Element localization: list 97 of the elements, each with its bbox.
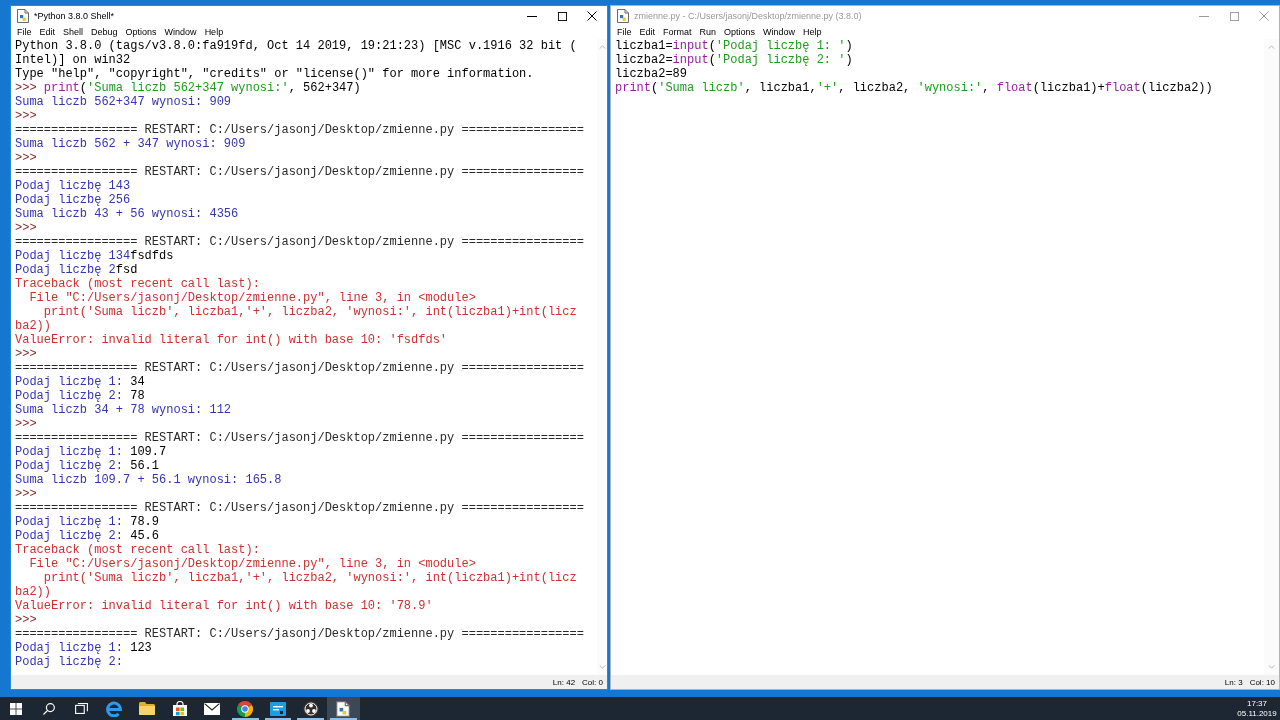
console-line: ================= RESTART: C:/Users/jasonj/Desktop/zmienne.py ================= [15,501,584,515]
console-line: ba2)) [15,585,51,599]
console-line: >>> [15,613,37,627]
tricolor-circle-icon [237,700,254,717]
console-line: ValueError: invalid literal for int() with base 10: 'fsdfds' [15,333,448,347]
console-line: Podaj liczbę 1: 78.9 [15,515,160,529]
search-icon [43,702,56,715]
document-icon [17,9,29,23]
console-line: Podaj liczbę 1: 109.7 [15,445,167,459]
console-line: Intel)] on win32 [15,53,131,67]
stacked-windows-icon [75,703,89,714]
chevron-down-icon [1268,665,1275,669]
console-line: Suma liczb 562+347 wynosi: 909 [15,95,232,109]
menu-item[interactable]: Options [721,26,759,39]
console-line: Podaj liczbę 1: 34 [15,375,145,389]
menu-item[interactable]: Debug [88,26,121,39]
menu-item[interactable]: Format [660,26,695,39]
disc-icon [302,700,319,717]
menu-item[interactable]: File [14,26,35,39]
console-line: File "C:/Users/jasonj/Desktop/zmienne.py", line 3, in <module> [28,557,476,571]
console-line: >>> [15,151,37,165]
menu-item[interactable]: Window [760,26,799,39]
console-line: ValueError: invalid literal for int() with base 10: '78.9' [15,599,433,613]
console-line: Suma liczb 34 + 78 wynosi: 112 [15,403,232,417]
envelope-icon [204,702,221,715]
folder-icon [139,702,156,715]
code-line: liczba1=input('Podaj liczbę 1: ') [615,39,853,53]
console-line: ================= RESTART: C:/Users/jasonj/Desktop/zmienne.py ================= [15,431,584,445]
console-line: Podaj liczbę 1: 123 [15,641,152,655]
maximize-icon [557,11,567,21]
menu-item[interactable]: Help [800,26,825,39]
clock-date: 05.11.2019 [1237,708,1277,719]
scrollbar[interactable] [1264,39,1279,675]
close-icon [587,11,597,21]
menu-item[interactable]: Run [696,26,720,39]
console-line: Podaj liczbę 2: 45.6 [15,529,160,543]
chevron-down-icon [598,665,606,669]
e-logo-icon [106,700,123,717]
console-line: Python 3.8.0 (tags/v3.8.0:fa919fd, Oct 14 2019, 19:21:23) [MSC v.1916 32 bit ( [15,39,577,53]
cursor-line-label: Ln: 42 [552,677,576,687]
menu-item[interactable]: Edit [636,26,659,39]
minimize-icon [527,15,537,17]
console-line: Type "help", "copyright", "credits" or "license()" for more information. [15,67,534,81]
console-line: ================= RESTART: C:/Users/jasonj/Desktop/zmienne.py ================= [15,627,584,641]
console-line: Suma liczb 109.7 + 56.1 wynosi: 165.8 [15,473,282,487]
menu-item[interactable]: Options [122,26,160,39]
console-line: >>> [15,417,37,431]
app-tile-icon [269,701,286,716]
shopping-bag-icon [172,701,187,716]
menu-item[interactable]: Shell [60,26,87,39]
document-icon [336,700,351,717]
console-line: Podaj liczbę 2: [15,655,124,669]
maximize-icon [1229,11,1239,21]
console-line: Podaj liczbę 143 [15,179,131,193]
console-line: File "C:/Users/jasonj/Desktop/zmienne.py", line 3, in <module> [28,291,476,305]
console-line: Suma liczb 562 + 347 wynosi: 909 [15,137,246,151]
console-line: >>> [15,221,37,235]
console-line: Podaj liczbę 2: 78 [15,389,145,403]
window-title: *Python 3.8.0 Shell* [34,11,115,21]
console-line: >>> [15,347,37,361]
console-line: Suma liczb 43 + 56 wynosi: 4356 [15,207,239,221]
console-line: ================= RESTART: C:/Users/jasonj/Desktop/zmienne.py ================= [15,235,584,249]
console-line: print('Suma liczb', liczba1,'+', liczba2, 'wynosi:', int(liczba1)+int(licz [42,571,577,585]
console-line: ================= RESTART: C:/Users/jasonj/Desktop/zmienne.py ================= [15,165,584,179]
console-line: Traceback (most recent call last): [15,277,260,291]
menu-item[interactable]: File [614,26,635,39]
menu-item[interactable]: Window [161,26,200,39]
code-line: print('Suma liczb', liczba1,'+', liczba2, 'wynosi:', float(liczba1)+float(liczba2)) [615,81,1213,95]
console-line: >>> print('Suma liczb 562+347 wynosi:', 562+347) [15,81,361,95]
chevron-up-icon [1268,45,1275,49]
code-line: liczba2=input('Podaj liczbę 2: ') [615,53,853,67]
cursor-column-label: Col: 10 [1249,677,1275,687]
minimize-icon [1199,15,1209,17]
console-line: Podaj liczbę 256 [15,193,131,207]
clock-time: 17:37 [1247,698,1267,709]
menu-item[interactable]: Help [201,26,227,39]
cursor-column-label: Col: 0 [582,677,603,687]
code-line: liczba2=89 [615,67,687,81]
console-line: Traceback (most recent call last): [15,543,260,557]
document-icon [617,9,629,23]
console-line: >>> [15,487,37,501]
console-line: Podaj liczbę 134fsdfds [15,249,174,263]
scrollbar[interactable] [597,39,607,675]
console-line: ================= RESTART: C:/Users/jasonj/Desktop/zmienne.py ================= [15,123,584,137]
cursor-line-label: Ln: 3 [1224,677,1243,687]
menu-item[interactable]: Edit [36,26,59,39]
console-line: print('Suma liczb', liczba1,'+', liczba2, 'wynosi:', int(liczba1)+int(licz [42,305,577,319]
taskbar-button[interactable] [326,697,360,720]
console-line: Podaj liczbę 2fsd [15,263,138,277]
tiles-icon [10,702,23,715]
console-line: >>> [15,109,37,123]
console-line: ================= RESTART: C:/Users/jasonj/Desktop/zmienne.py ================= [15,361,584,375]
console-line: ba2)) [15,319,51,333]
chevron-up-icon [598,45,606,49]
close-icon [1259,11,1269,21]
window-title: zmienne.py - C:/Users/jasonj/Desktop/zmienne.py (3.8.0) [634,11,862,21]
console-line: Podaj liczbę 2: 56.1 [15,459,160,473]
